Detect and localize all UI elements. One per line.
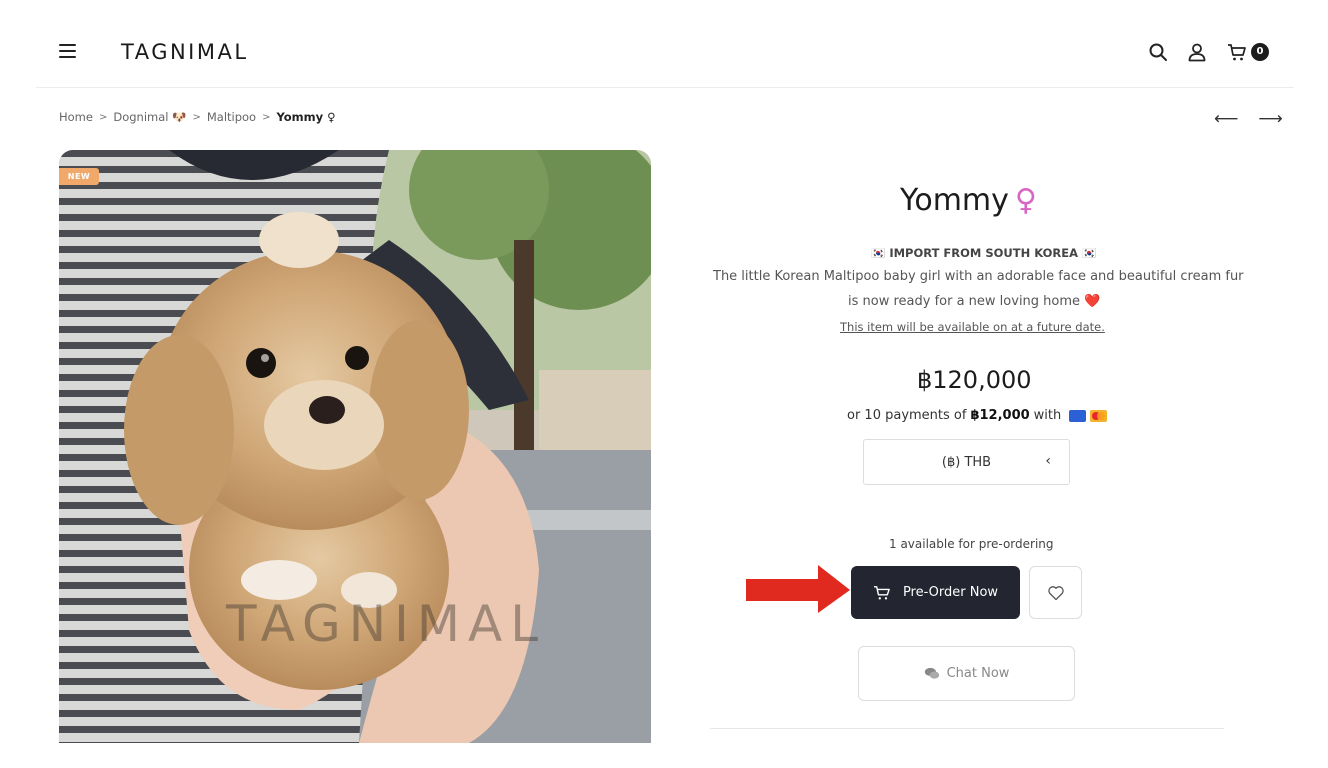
pre-order-label: Pre-Order Now [902,585,999,600]
chevron-right-icon: > [262,111,271,123]
currency-selected-value: (฿) THB [941,454,992,470]
chat-now-button[interactable]: Chat Now [858,646,1075,701]
user-icon[interactable] [1187,42,1207,62]
installments-suffix: with [1033,408,1062,423]
chat-bubbles-icon [924,667,939,679]
product-name: Yommy [900,183,1009,218]
site-header: TAGNIMAL 0 [0,0,1328,88]
breadcrumb: Home > Dognimal 🐶 > Maltipoo > Yommy ♀ [59,110,336,124]
search-icon[interactable] [1148,42,1168,62]
visa-card-icon [1069,409,1087,422]
product-image[interactable] [59,150,651,743]
heart-icon [1047,585,1064,600]
product-nav: ⟵ ⟶ [1214,109,1283,129]
product-title: Yommy ♀ [900,183,1037,218]
stock-availability: 1 available for pre-ordering [889,537,1054,551]
breadcrumb-home[interactable]: Home [59,110,93,124]
cart-icon[interactable] [1227,42,1247,62]
cart-count-badge[interactable]: 0 [1251,43,1269,61]
hamburger-menu-icon[interactable] [59,44,76,58]
cart-icon [873,585,890,599]
availability-note: This item will be available on at a futu… [840,320,1105,334]
chevron-right-icon: > [192,111,201,123]
breadcrumb-current: Yommy ♀ [276,110,336,124]
new-badge: NEW [59,168,99,185]
header-divider [36,87,1294,88]
wishlist-button[interactable] [1029,566,1082,619]
chevron-right-icon: > [98,111,108,123]
import-origin-line: 🇰🇷 IMPORT FROM SOUTH KOREA 🇰🇷 [871,246,1097,260]
red-pointer-arrow-icon [746,565,850,613]
description-line-2-text: is now ready for a new loving home [848,294,1081,309]
description-line-1: The little Korean Maltipoo baby girl wit… [713,269,1244,284]
puppy-photo [59,150,651,743]
next-product-arrow-icon[interactable]: ⟶ [1258,109,1282,129]
installments-prefix: or 10 payments of [847,408,967,423]
chevron-left-icon: ‹ [1045,453,1051,469]
image-watermark: TAGNIMAL [226,595,547,653]
site-logo[interactable]: TAGNIMAL [121,40,249,64]
currency-selector[interactable]: (฿) THB ‹ [863,439,1070,485]
section-divider [710,728,1224,729]
breadcrumb-breed[interactable]: Maltipoo [207,110,256,124]
product-price: ฿120,000 [917,366,1032,394]
installment-info: or 10 payments of ฿12,000 with [847,408,1108,423]
chat-now-label: Chat Now [946,666,1010,681]
previous-product-arrow-icon[interactable]: ⟵ [1214,109,1238,129]
breadcrumb-category[interactable]: Dognimal 🐶 [113,110,186,124]
description-line-2: is now ready for a new loving home ❤️ [848,294,1100,309]
mastercard-icon [1090,409,1108,422]
female-gender-icon: ♀ [1014,183,1037,218]
pre-order-button[interactable]: Pre-Order Now [851,566,1020,619]
installments-amount: ฿12,000 [970,408,1030,423]
heart-emoji-icon: ❤️ [1084,294,1101,309]
